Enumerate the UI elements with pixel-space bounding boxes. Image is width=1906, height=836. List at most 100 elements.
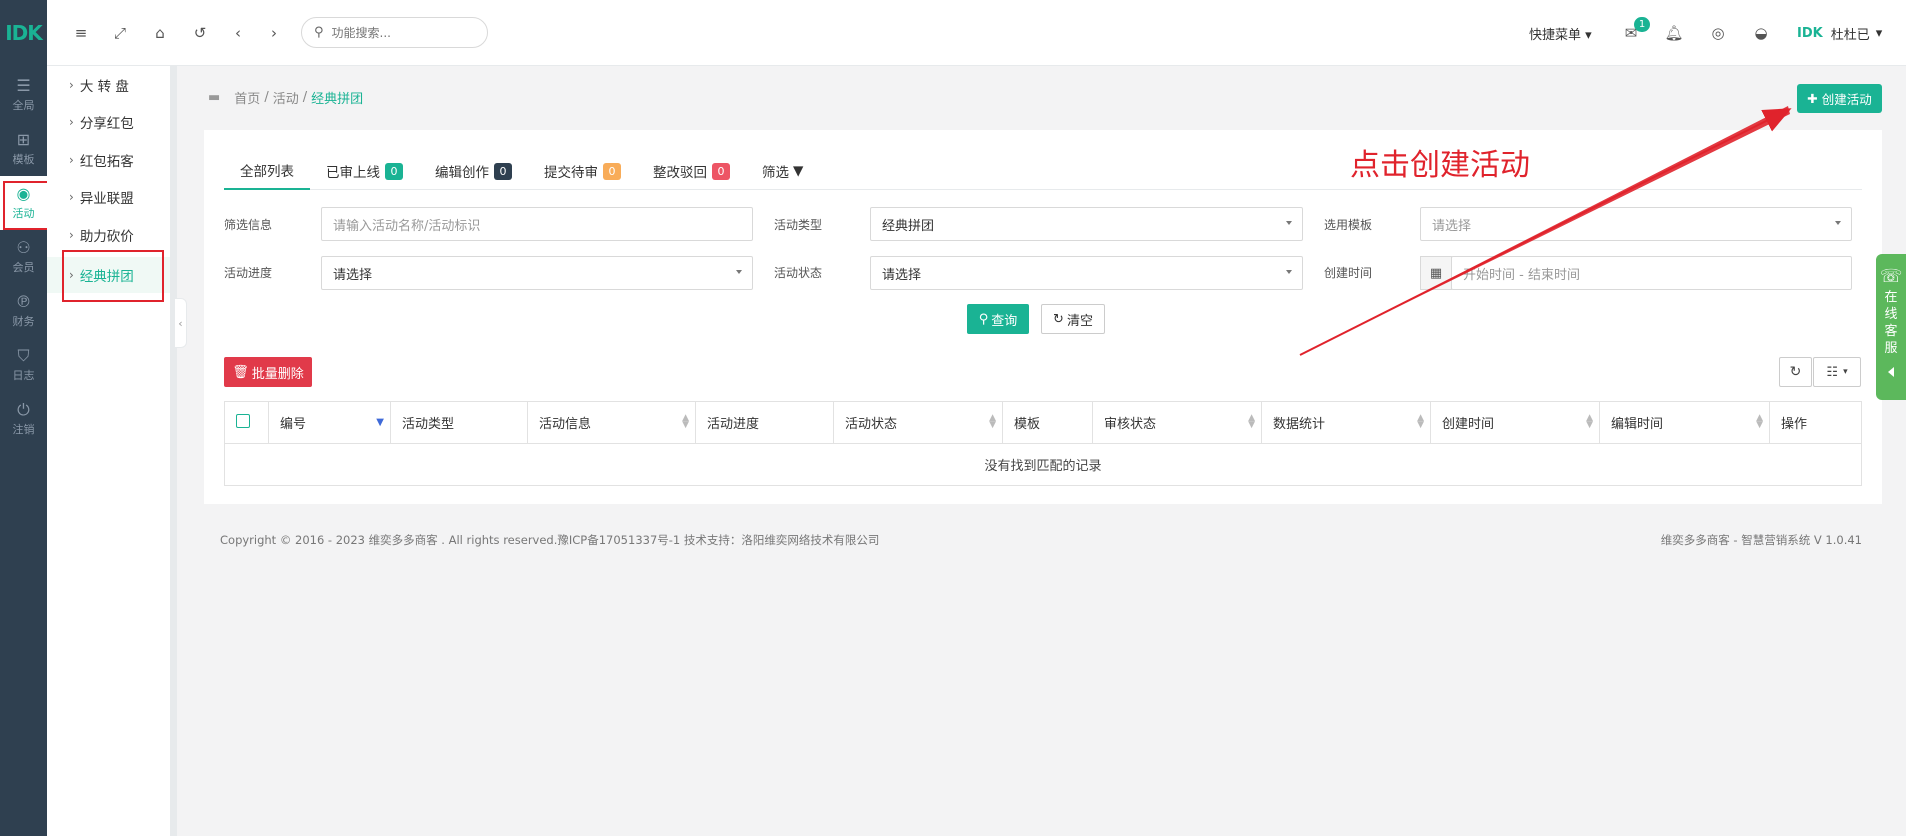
submenu-label: 助力砍价 bbox=[79, 229, 134, 245]
tab-editing[interactable]: 编辑创作 0 bbox=[419, 152, 528, 190]
columns-toggle-button[interactable]: ☷ ▾ bbox=[1813, 357, 1861, 387]
sidebar-item-logout[interactable]: ⏻ 注销 bbox=[0, 392, 47, 446]
brand-logo[interactable]: IDK bbox=[0, 18, 47, 48]
trash-icon: 🗑︎ bbox=[232, 364, 249, 380]
column-label: 活动状态 bbox=[845, 417, 898, 432]
tab-filter[interactable]: 筛选 ▼ bbox=[746, 152, 819, 190]
folder-icon: ▬ bbox=[208, 90, 221, 105]
function-search[interactable]: ⚲ bbox=[301, 17, 488, 48]
chevron-right-icon: › bbox=[69, 228, 74, 242]
select-value: 请选择 bbox=[882, 267, 922, 283]
collapse-submenu-button[interactable]: ‹ bbox=[175, 298, 187, 348]
status-select[interactable]: 请选择 bbox=[870, 256, 1303, 290]
quick-menu[interactable]: 快捷菜单 ▾ bbox=[1529, 24, 1592, 43]
sidebar-item-template[interactable]: ⊞ 模板 bbox=[0, 122, 47, 176]
submenu-item-wheel[interactable]: › 大 转 盘 bbox=[47, 67, 172, 103]
chevron-right-icon: › bbox=[69, 78, 74, 92]
breadcrumb-section[interactable]: 活动 bbox=[273, 88, 299, 107]
created-time-range-input[interactable]: 开始时间 - 结束时间 bbox=[1451, 256, 1852, 290]
tab-rejected[interactable]: 整改驳回 0 bbox=[637, 152, 746, 190]
sidebar-item-global[interactable]: ☰ 全局 bbox=[0, 68, 47, 122]
column-header[interactable]: 编号 ▼ bbox=[268, 401, 391, 444]
forward-icon[interactable]: › bbox=[263, 22, 285, 44]
select-value: 经典拼团 bbox=[882, 218, 935, 234]
created-time-label: 创建时间 bbox=[1324, 266, 1373, 280]
activity-table: 编号 ▼ 活动类型 活动信息 ▲ ▼ 活动进度 活动状态 ▲ ▼ 模板 审核状态 ▲ ▼ 数据… bbox=[224, 401, 1862, 486]
batch-delete-button[interactable]: 🗑︎ 批量删除 bbox=[224, 357, 312, 387]
table-refresh-button[interactable]: ↻ bbox=[1779, 357, 1812, 387]
sort-icon: ▲ ▼ bbox=[989, 413, 996, 430]
sidebar-item-label: 全局 bbox=[12, 99, 35, 112]
submenu-label: 红包拓客 bbox=[79, 154, 134, 170]
submenu-item-group-buy[interactable]: › 经典拼团 bbox=[47, 257, 172, 293]
status-tabs: 全部列表 已审上线 0 编辑创作 0 提交待审 0 整改驳回 0 筛选 ▼ bbox=[224, 152, 1862, 190]
template-select[interactable]: 请选择 bbox=[1420, 207, 1852, 241]
search-icon: ⚲ bbox=[978, 311, 989, 327]
back-icon[interactable]: ‹ bbox=[227, 22, 249, 44]
column-header[interactable]: 编辑时间 ▲ ▼ bbox=[1599, 401, 1770, 444]
user-menu[interactable]: IDK 杜杜已 ▾ bbox=[1797, 24, 1882, 43]
caret-down-icon bbox=[1286, 221, 1292, 225]
empty-message: 没有找到匹配的记录 bbox=[224, 443, 1862, 486]
service-char: 在 bbox=[1884, 290, 1898, 305]
sort-icon: ▲ ▼ bbox=[1417, 413, 1424, 430]
tab-pending[interactable]: 提交待审 0 bbox=[528, 152, 637, 190]
sidebar-item-activity[interactable]: ◉ 活动 bbox=[0, 176, 47, 230]
sidebar-item-log[interactable]: ⛉ 日志 bbox=[0, 338, 47, 392]
home-icon[interactable]: ⌂ bbox=[149, 22, 171, 44]
caret-down-icon bbox=[1286, 270, 1292, 274]
search-input[interactable] bbox=[331, 25, 462, 40]
submenu-item-share-redpacket[interactable]: › 分享红包 bbox=[47, 104, 172, 140]
breadcrumb-home[interactable]: 首页 bbox=[234, 88, 260, 107]
plus-icon: ✚ bbox=[1807, 91, 1818, 106]
refresh-icon[interactable]: ↺ bbox=[189, 22, 211, 44]
online-service-tab[interactable]: ☏ 在 线 客 服 bbox=[1876, 254, 1906, 400]
select-all-cell[interactable] bbox=[224, 401, 269, 444]
paypal-icon: ℗ bbox=[15, 292, 32, 311]
column-header[interactable]: 审核状态 ▲ ▼ bbox=[1092, 401, 1262, 444]
breadcrumb: ▬ 首页 / 活动 / 经典拼团 bbox=[208, 88, 363, 107]
sitemap-icon: ⊞ bbox=[16, 130, 31, 149]
shield-icon: ⛉ bbox=[17, 346, 30, 365]
column-header[interactable]: 活动信息 ▲ ▼ bbox=[527, 401, 696, 444]
main-panel: 全部列表 已审上线 0 编辑创作 0 提交待审 0 整改驳回 0 筛选 ▼ 筛选信息 请输… bbox=[204, 130, 1882, 504]
sort-icon: ▲ ▼ bbox=[1756, 413, 1763, 430]
tab-all[interactable]: 全部列表 bbox=[224, 152, 310, 190]
sidebar-item-finance[interactable]: ℗ 财务 bbox=[0, 284, 47, 338]
sidebar-item-label: 日志 bbox=[12, 369, 35, 382]
sidebar-item-label: 财务 bbox=[12, 315, 35, 328]
activity-type-label: 活动类型 bbox=[774, 218, 823, 232]
activity-type-select[interactable]: 经典拼团 bbox=[870, 207, 1303, 241]
submenu-item-redpacket-expand[interactable]: › 红包拓客 bbox=[47, 142, 172, 178]
create-activity-button[interactable]: ✚ 创建活动 bbox=[1797, 84, 1882, 113]
pocket-icon[interactable]: ◒ bbox=[1750, 22, 1772, 44]
fullscreen-icon[interactable]: ⤢ bbox=[109, 22, 131, 44]
column-header[interactable]: 活动状态 ▲ ▼ bbox=[833, 401, 1003, 444]
clear-button[interactable]: ↻ 清空 bbox=[1041, 304, 1105, 334]
tab-label: 整改驳回 bbox=[653, 165, 707, 181]
menu-toggle-icon[interactable]: ≡ bbox=[70, 22, 92, 44]
filter-info-input[interactable]: 请输入活动名称/活动标识 bbox=[321, 207, 753, 241]
user-circle-icon[interactable]: ◎ bbox=[1707, 22, 1729, 44]
users-icon: ⚇ bbox=[16, 238, 31, 257]
column-label: 编号 bbox=[280, 417, 307, 432]
sort-icon: ▲ ▼ bbox=[1248, 413, 1255, 430]
sidebar-item-label: 活动 bbox=[12, 207, 35, 220]
sidebar-item-member[interactable]: ⚇ 会员 bbox=[0, 230, 47, 284]
column-header[interactable]: 数据统计 ▲ ▼ bbox=[1261, 401, 1431, 444]
headset-icon: ☏ bbox=[1879, 266, 1903, 287]
bell-icon[interactable]: 🔔︎ bbox=[1663, 22, 1685, 44]
select-all-checkbox[interactable] bbox=[236, 413, 250, 428]
power-icon: ⏻ bbox=[17, 400, 30, 419]
submenu-item-alliance[interactable]: › 异业联盟 bbox=[47, 179, 172, 215]
service-char: 线 bbox=[1884, 307, 1898, 322]
submenu-label: 经典拼团 bbox=[79, 269, 134, 285]
tab-approved[interactable]: 已审上线 0 bbox=[310, 152, 419, 190]
query-button[interactable]: ⚲ 查询 bbox=[967, 304, 1029, 334]
column-header[interactable]: 创建时间 ▲ ▼ bbox=[1430, 401, 1600, 444]
tab-label: 全部列表 bbox=[240, 164, 294, 180]
progress-select[interactable]: 请选择 bbox=[321, 256, 753, 290]
main-sidebar: IDK ☰ 全局 ⊞ 模板 ◉ 活动 ⚇ 会员 ℗ 财务 ⛉ 日志 ⏻ 注销 bbox=[0, 0, 47, 836]
submenu-item-bargain[interactable]: › 助力砍价 bbox=[47, 217, 172, 253]
column-label: 操作 bbox=[1781, 417, 1808, 432]
